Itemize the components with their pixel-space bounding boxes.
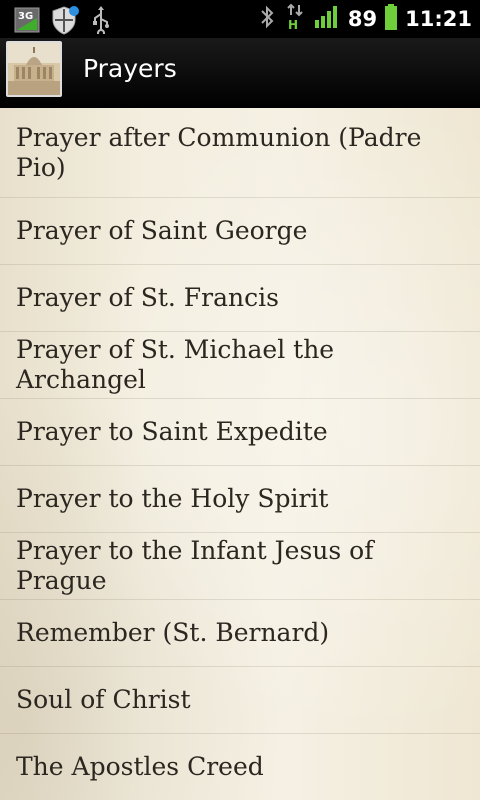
list-item[interactable]: Remember (St. Bernard) (0, 600, 480, 667)
signal-strength-icon (314, 5, 340, 33)
app-logo-icon[interactable] (6, 41, 62, 97)
svg-text:3G: 3G (18, 11, 33, 22)
svg-text:H: H (288, 18, 298, 31)
clock: 11:21 (405, 7, 472, 31)
status-bar: 3G H 89 11:21 (0, 0, 480, 38)
list-item[interactable]: Soul of Christ (0, 667, 480, 734)
list-item[interactable]: Prayer after Communion (Padre Pio) (0, 108, 480, 198)
list-item[interactable]: The Apostles Creed (0, 734, 480, 800)
shield-icon (50, 5, 80, 39)
bluetooth-icon (258, 4, 276, 34)
list-item[interactable]: Prayer to the Infant Jesus of Prague (0, 533, 480, 600)
page-title: Prayers (83, 54, 177, 83)
3g-icon: 3G (14, 7, 40, 37)
app-title-bar: Prayers (0, 38, 480, 108)
list-item[interactable]: Prayer of Saint George (0, 198, 480, 265)
list-item[interactable]: Prayer of St. Francis (0, 265, 480, 332)
list-item[interactable]: Prayer to the Holy Spirit (0, 466, 480, 533)
data-transfer-icon: H (284, 3, 306, 35)
battery-icon (385, 4, 398, 34)
battery-percent: 89 (347, 7, 378, 31)
prayer-list: Prayer after Communion (Padre Pio) Praye… (0, 108, 480, 800)
list-item[interactable]: Prayer to Saint Expedite (0, 399, 480, 466)
usb-icon (90, 6, 112, 38)
list-item[interactable]: Prayer of St. Michael the Archangel (0, 332, 480, 399)
